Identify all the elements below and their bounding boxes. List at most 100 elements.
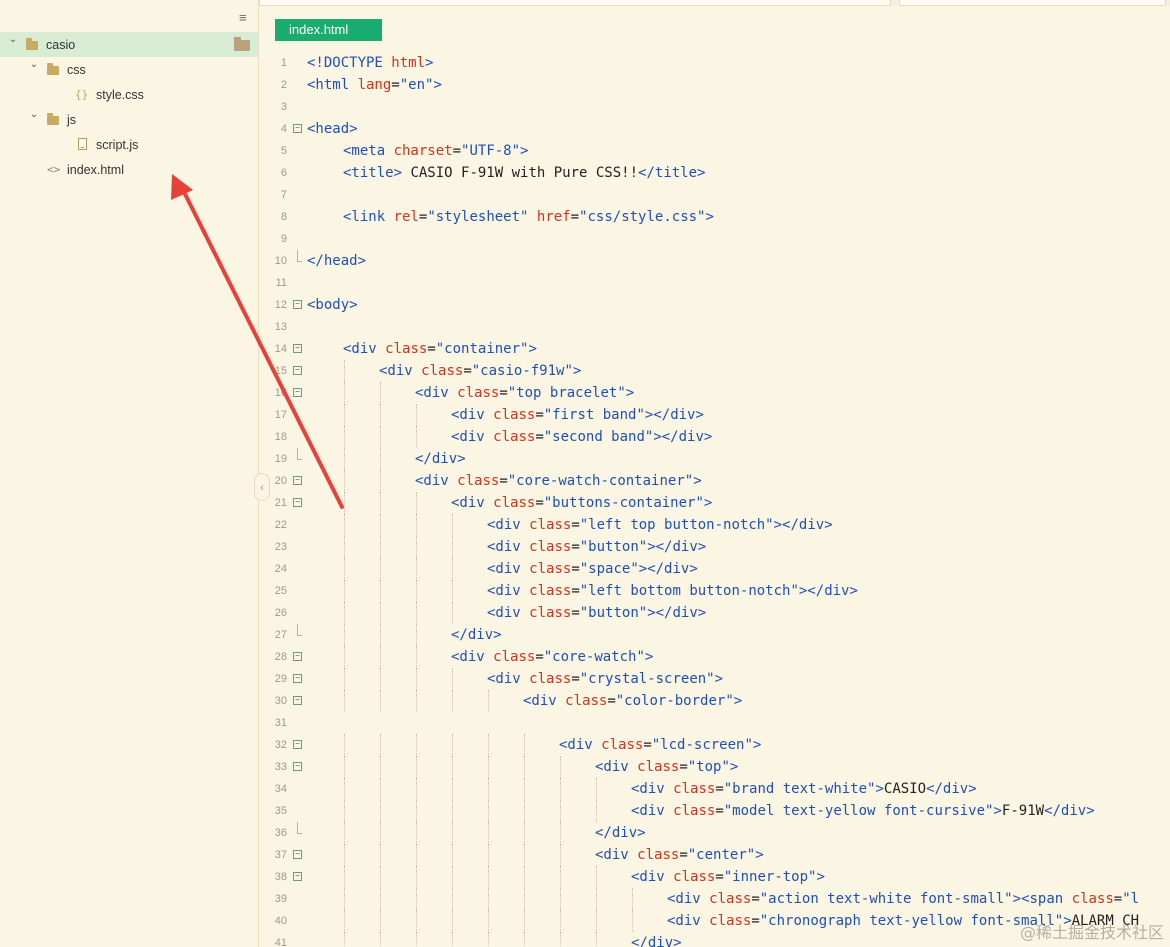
code-line[interactable]: 28 <div class="core-watch"> bbox=[259, 646, 1170, 668]
code-line[interactable]: 6 <title> CASIO F-91W with Pure CSS!!</ti… bbox=[259, 162, 1170, 184]
code-line[interactable]: 27 </div> bbox=[259, 624, 1170, 646]
tree-item-index-html[interactable]: <> index.html bbox=[0, 157, 258, 182]
tree-item-css[interactable]: ⌄ css bbox=[0, 57, 258, 82]
code-line[interactable]: 23 <div class="button"></div> bbox=[259, 536, 1170, 558]
code-line[interactable]: 17 <div class="first band"></div> bbox=[259, 404, 1170, 426]
code-line[interactable]: 10 </head> bbox=[259, 250, 1170, 272]
code-line[interactable]: 12 <body> bbox=[259, 294, 1170, 316]
code-line[interactable]: 3 bbox=[259, 96, 1170, 118]
code-editor[interactable]: 1<!DOCTYPE html>2<html lang="en">34<head… bbox=[259, 52, 1170, 947]
code-line[interactable]: 32 <div class="lcd-screen"> bbox=[259, 734, 1170, 756]
indent-guide bbox=[344, 536, 345, 558]
code-token-attr: rel bbox=[393, 209, 419, 225]
code-line[interactable]: 21 <div class="buttons-container"> bbox=[259, 492, 1170, 514]
code-line[interactable]: 35 <div class="model text-yellow font-cur… bbox=[259, 800, 1170, 822]
tree-item-js[interactable]: ⌄ js bbox=[0, 107, 258, 132]
fold-toggle-icon[interactable] bbox=[293, 674, 302, 683]
line-number: 19 bbox=[274, 453, 287, 465]
code-line[interactable]: 19 </div> bbox=[259, 448, 1170, 470]
code-line[interactable]: 15 <div class="casio-f91w"> bbox=[259, 360, 1170, 382]
code-token-attr: class bbox=[709, 891, 752, 907]
code-line[interactable]: 8 <link rel="stylesheet" href="css/style.… bbox=[259, 206, 1170, 228]
tree-item-style-css[interactable]: {} style.css bbox=[0, 82, 258, 107]
code-text: </head> bbox=[307, 250, 366, 272]
tree-item-script-js[interactable]: script.js bbox=[0, 132, 258, 157]
code-line[interactable]: 1 <!DOCTYPE html> bbox=[259, 52, 1170, 74]
indent-guide bbox=[344, 448, 345, 470]
tab-index-html[interactable]: index.html bbox=[275, 19, 382, 41]
indent-guide bbox=[560, 844, 561, 866]
tree-item-casio[interactable]: ⌄ casio bbox=[0, 32, 258, 57]
code-token-val: "css/style.css" bbox=[579, 209, 706, 225]
code-line[interactable]: 30 <div class="color-border"> bbox=[259, 690, 1170, 712]
code-token-plain: = bbox=[715, 869, 724, 885]
code-line[interactable]: 25 <div class="left bottom button-notch">… bbox=[259, 580, 1170, 602]
code-line[interactable]: 38 <div class="inner-top"> bbox=[259, 866, 1170, 888]
code-line[interactable]: 26 <div class="button"></div> bbox=[259, 602, 1170, 624]
code-token-tag: <div bbox=[667, 913, 710, 929]
line-number: 40 bbox=[274, 915, 287, 927]
fold-toggle-icon[interactable] bbox=[293, 124, 302, 133]
code-line[interactable]: 9 bbox=[259, 228, 1170, 250]
code-line[interactable]: 24 <div class="space"></div> bbox=[259, 558, 1170, 580]
line-number: 14 bbox=[274, 343, 287, 355]
fold-toggle-icon[interactable] bbox=[293, 740, 302, 749]
chevron-down-icon[interactable]: ⌄ bbox=[29, 59, 39, 70]
code-line[interactable]: 20 <div class="core-watch-container"> bbox=[259, 470, 1170, 492]
indent-guide bbox=[452, 668, 453, 690]
line-number: 8 bbox=[280, 211, 287, 223]
code-text: </div> bbox=[415, 448, 466, 470]
chevron-down-icon[interactable]: ⌄ bbox=[8, 34, 18, 45]
code-text: <link rel="stylesheet" href="css/style.c… bbox=[343, 206, 714, 228]
code-line[interactable]: 29 <div class="crystal-screen"> bbox=[259, 668, 1170, 690]
line-number: 39 bbox=[274, 893, 287, 905]
fold-toggle-icon[interactable] bbox=[293, 476, 302, 485]
indent-guide bbox=[452, 580, 453, 602]
code-line[interactable]: 22 <div class="left top button-notch"></d… bbox=[259, 514, 1170, 536]
code-line[interactable]: 18 <div class="second band"></div> bbox=[259, 426, 1170, 448]
code-line[interactable]: 4 <head> bbox=[259, 118, 1170, 140]
code-line[interactable]: 5 <meta charset="UTF-8"> bbox=[259, 140, 1170, 162]
fold-toggle-icon[interactable] bbox=[293, 696, 302, 705]
indent-guide bbox=[416, 426, 417, 448]
code-line[interactable]: 13 bbox=[259, 316, 1170, 338]
code-token-tag: <div bbox=[595, 759, 638, 775]
code-line[interactable]: 7 bbox=[259, 184, 1170, 206]
hamburger-icon[interactable]: ≡ bbox=[239, 11, 251, 24]
fold-toggle-icon[interactable] bbox=[293, 652, 302, 661]
code-line[interactable]: 31 bbox=[259, 712, 1170, 734]
code-token-tag: > bbox=[816, 869, 825, 885]
line-number: 16 bbox=[274, 387, 287, 399]
code-line[interactable]: 39 <div class="action text-white font-sma… bbox=[259, 888, 1170, 910]
indent-guide bbox=[344, 800, 345, 822]
fold-toggle-icon[interactable] bbox=[293, 366, 302, 375]
code-line[interactable]: 33 <div class="top"> bbox=[259, 756, 1170, 778]
fold-toggle-icon[interactable] bbox=[293, 498, 302, 507]
chevron-down-icon[interactable]: ⌄ bbox=[29, 109, 39, 120]
code-line[interactable]: 2 <html lang="en"> bbox=[259, 74, 1170, 96]
fold-toggle-icon[interactable] bbox=[293, 344, 302, 353]
code-token-tag: <div bbox=[487, 539, 530, 555]
open-folder-icon[interactable] bbox=[234, 37, 250, 51]
fold-toggle-icon[interactable] bbox=[293, 388, 302, 397]
code-line[interactable]: 14 <div class="container"> bbox=[259, 338, 1170, 360]
line-number: 17 bbox=[274, 409, 287, 421]
fold-toggle-icon[interactable] bbox=[293, 762, 302, 771]
indent-guide bbox=[380, 536, 381, 558]
search-box[interactable] bbox=[899, 0, 1166, 6]
code-line[interactable]: 11 bbox=[259, 272, 1170, 294]
code-token-val: "casio-f91w" bbox=[471, 363, 573, 379]
address-box[interactable] bbox=[259, 0, 891, 6]
code-line[interactable]: 16 <div class="top bracelet"> bbox=[259, 382, 1170, 404]
code-text: <div class="top bracelet"> bbox=[415, 382, 634, 404]
indent-guide bbox=[416, 866, 417, 888]
fold-toggle-icon[interactable] bbox=[293, 872, 302, 881]
code-token-attr: class bbox=[673, 869, 716, 885]
code-line[interactable]: 36 </div> bbox=[259, 822, 1170, 844]
code-token-tag: <title> bbox=[343, 165, 403, 181]
code-line[interactable]: 37 <div class="center"> bbox=[259, 844, 1170, 866]
fold-toggle-icon[interactable] bbox=[293, 300, 302, 309]
code-line[interactable]: 34 <div class="brand text-white">CASIO</d… bbox=[259, 778, 1170, 800]
fold-toggle-icon[interactable] bbox=[293, 850, 302, 859]
code-token-tag: <head> bbox=[307, 121, 358, 137]
